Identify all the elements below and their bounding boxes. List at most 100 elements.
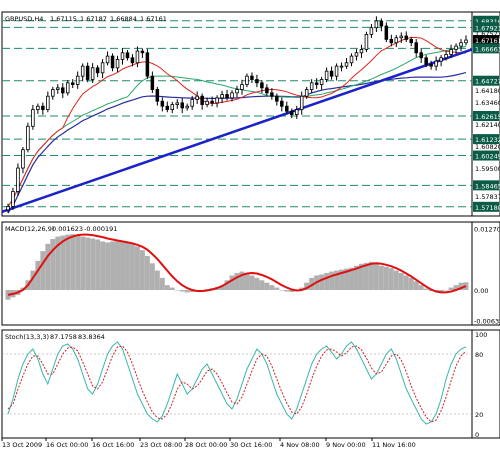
- candle-bear: [379, 20, 384, 27]
- candle-bull: [354, 52, 359, 57]
- macd-histogram-bar: [90, 238, 96, 291]
- macd-histogram-bar: [393, 270, 399, 291]
- price-axis-label: 1.62615: [475, 113, 500, 121]
- candle-bear: [250, 75, 254, 80]
- candle-bull: [115, 59, 120, 69]
- candle-bull: [459, 42, 463, 47]
- macd-histogram-bar: [154, 270, 160, 291]
- macd-histogram-bar: [244, 273, 250, 291]
- macd-histogram-bar: [363, 262, 369, 291]
- candle-bull: [364, 33, 369, 50]
- candle-bear: [260, 82, 264, 89]
- price-axis-label: 1.59500: [475, 165, 500, 173]
- macd-histogram-bar: [80, 236, 86, 291]
- candle-bear: [290, 110, 294, 115]
- time-axis-label: 13 Oct 2009: [2, 441, 42, 449]
- candle-bull: [304, 89, 309, 97]
- price-axis-label: 1.63460: [475, 99, 500, 107]
- candle-bull: [195, 95, 199, 100]
- time-axis-label: 4 Nov 08:00: [280, 441, 320, 449]
- candle-bull: [349, 55, 354, 64]
- macd-histogram-bar: [139, 250, 145, 291]
- candle-bear: [180, 102, 184, 109]
- candle-bear: [389, 39, 394, 44]
- candle-bull: [190, 99, 194, 107]
- macd-panel-axis-frame: [471, 221, 500, 326]
- candle-bear: [61, 87, 65, 94]
- macd-histogram-bar: [264, 282, 270, 291]
- macd-histogram-bar: [120, 241, 125, 291]
- stoch-axis-label: 0: [475, 431, 479, 439]
- macd-histogram-bar: [174, 290, 180, 291]
- macd-histogram-bar: [368, 261, 374, 291]
- candle-bull: [46, 95, 50, 110]
- macd-histogram-bar: [388, 268, 394, 291]
- stoch-title: Stoch(13,3,3): [5, 333, 49, 341]
- macd-histogram-bar: [443, 290, 449, 291]
- candle-bull: [309, 82, 314, 90]
- price-axis-label: 1.60249: [475, 153, 500, 161]
- candle-bull: [240, 84, 244, 90]
- macd-histogram-bar: [378, 265, 384, 291]
- candle-bear: [200, 95, 204, 105]
- candle-bull: [90, 67, 95, 80]
- candle-bear: [270, 92, 274, 97]
- time-axis-label: 23 Oct 08:00: [140, 441, 182, 449]
- stoch-panel-frame: [1, 329, 473, 439]
- candle-bear: [404, 35, 409, 40]
- candle-bull: [235, 89, 239, 94]
- macd-histogram-bar: [159, 277, 165, 291]
- candle-bull: [220, 94, 224, 99]
- macd-histogram-bar: [373, 263, 379, 291]
- macd-histogram-bar: [448, 287, 454, 291]
- candle-bull: [135, 50, 140, 64]
- macd-histogram-bar: [75, 235, 81, 291]
- candle-bear: [155, 89, 160, 102]
- candle-bull: [334, 65, 339, 77]
- candle-bull: [439, 57, 443, 62]
- macd-histogram-bar: [40, 251, 46, 291]
- macd-histogram-bar: [95, 239, 101, 291]
- candle-bull: [464, 39, 468, 44]
- candle-bull: [359, 49, 364, 54]
- candle-bull: [175, 102, 180, 105]
- candle-bull: [245, 75, 249, 85]
- macd-histogram-bar: [259, 280, 265, 291]
- candle-bull: [454, 45, 458, 50]
- macd-histogram-bar: [169, 287, 175, 291]
- macd-histogram-bar: [45, 243, 51, 291]
- candle-bear: [384, 25, 389, 40]
- candle-bull: [324, 70, 329, 80]
- time-axis-label: 16 Oct 16:00: [92, 441, 134, 449]
- candle-bear: [160, 100, 165, 107]
- stoch-axis-label: 100: [475, 331, 487, 339]
- price-ohlc-value: 1.67187: [80, 15, 107, 23]
- price-axis-label: 1.57837: [475, 193, 500, 201]
- candle-bear: [280, 100, 284, 107]
- candle-bear: [414, 42, 418, 54]
- time-axis-label: 16 Oct 00:00: [46, 441, 88, 449]
- price-axis-label: 1.57180: [475, 204, 500, 212]
- macd-histogram-bar: [70, 234, 76, 291]
- candle-bull: [120, 52, 125, 60]
- price-panel: 1.683161.679231.675731.671611.666631.641…: [1, 11, 500, 217]
- macd-histogram-bar: [115, 240, 120, 291]
- macd-histogram-bar: [423, 288, 429, 291]
- candle-bull: [444, 54, 448, 59]
- macd-histogram-bar: [149, 263, 155, 291]
- candle-bull: [394, 37, 399, 44]
- macd-histogram-bar: [164, 285, 170, 291]
- macd-panel: MACD(12,26,9)0.001623-0.000191 0.012703 0.…: [1, 221, 500, 326]
- stoch-value: 83.8364: [78, 333, 105, 341]
- macd-histogram-bar: [329, 271, 335, 291]
- candle-bull: [319, 79, 324, 85]
- macd-histogram-bar: [110, 241, 116, 291]
- macd-histogram-bar: [125, 242, 130, 291]
- macd-axis-label: -0.00630: [474, 318, 500, 326]
- candle-bear: [85, 65, 90, 80]
- candle-bull: [299, 95, 304, 110]
- candle-bear: [150, 75, 155, 90]
- macd-histogram-bar: [408, 277, 414, 291]
- candle-bull: [51, 89, 55, 97]
- macd-histogram-bar: [144, 256, 150, 291]
